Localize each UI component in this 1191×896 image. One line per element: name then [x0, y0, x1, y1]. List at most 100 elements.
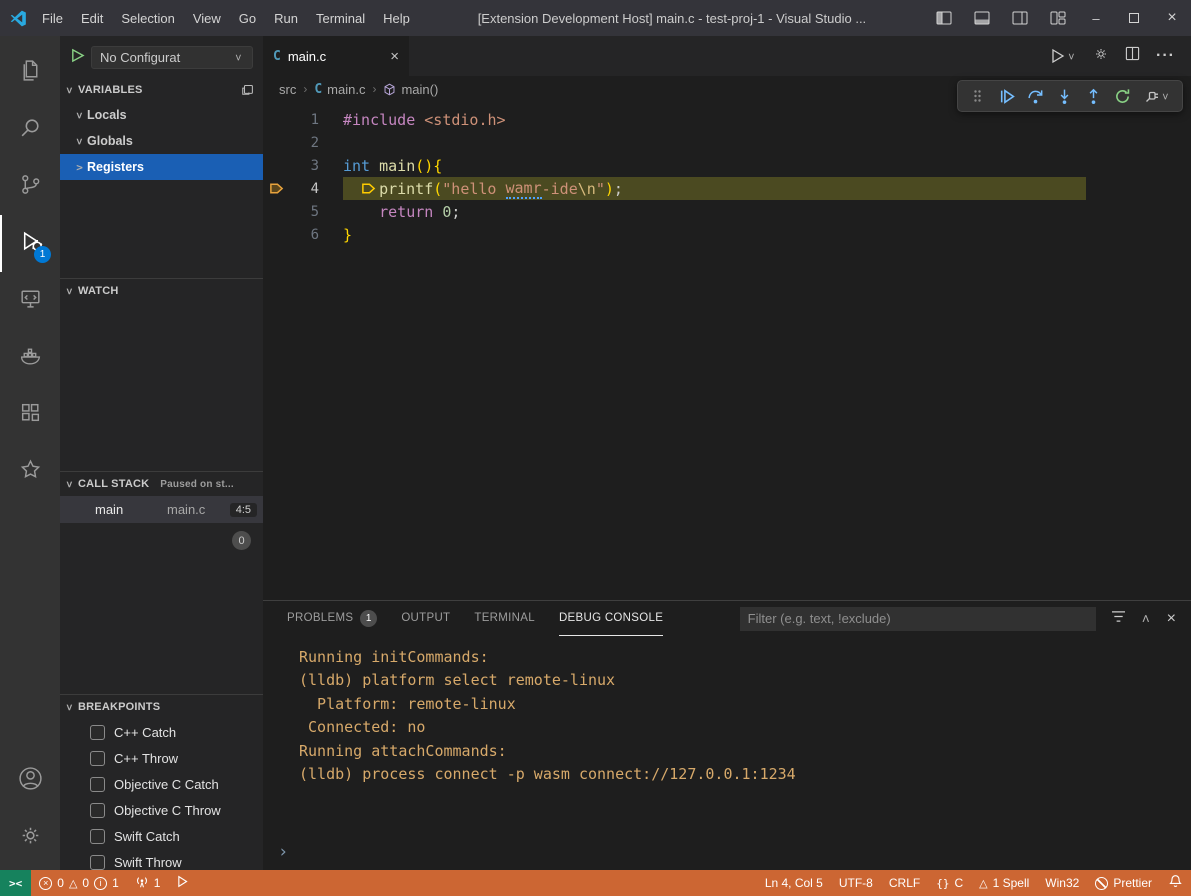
menu-bar: FileEditSelectionViewGoRunTerminalHelp [33, 6, 419, 31]
settings-button[interactable] [0, 809, 60, 866]
spell-checker-indicator[interactable]: △ 1 Spell [971, 870, 1037, 896]
breakpoint-item[interactable]: C++ Throw [60, 745, 263, 771]
breakpoints-header[interactable]: > BREAKPOINTS [60, 695, 263, 719]
sidebar-item-favorites[interactable] [0, 443, 60, 500]
restart-button[interactable] [1109, 83, 1136, 109]
step-over-button[interactable] [1022, 83, 1049, 109]
platform-indicator[interactable]: Win32 [1037, 870, 1087, 896]
variables-item-locals[interactable]: >Locals [60, 102, 263, 128]
menu-run[interactable]: Run [265, 6, 307, 31]
sidebar-item-source-control[interactable] [0, 158, 60, 215]
eol-indicator[interactable]: CRLF [881, 870, 928, 896]
breadcrumb-item[interactable]: Cmain.c [314, 82, 365, 97]
drag-handle[interactable] [964, 83, 991, 109]
menu-edit[interactable]: Edit [72, 6, 112, 31]
maximize-button[interactable] [1115, 0, 1153, 36]
debug-configuration-select[interactable]: No Configurat > [91, 46, 253, 69]
breakpoint-item[interactable]: Swift Throw [60, 849, 263, 870]
breadcrumb-item[interactable]: main() [383, 82, 438, 97]
variables-item-globals[interactable]: >Globals [60, 128, 263, 154]
console-input-prompt[interactable]: › [278, 842, 288, 862]
stack-frame-row[interactable]: main main.c 4:5 [60, 496, 263, 523]
breakpoint-checkbox[interactable] [90, 803, 105, 818]
filter-icon[interactable] [1111, 610, 1126, 628]
breakpoint-checkbox[interactable] [90, 777, 105, 792]
breadcrumb-item[interactable]: src [279, 82, 296, 97]
toggle-panel-icon[interactable] [963, 0, 1001, 36]
panel-tab-output[interactable]: OUTPUT [401, 601, 450, 636]
editor-settings-icon[interactable] [1093, 46, 1109, 67]
formatter-indicator[interactable]: Prettier [1087, 870, 1160, 896]
chevron-right-icon: > [74, 161, 85, 174]
continue-button[interactable] [993, 83, 1020, 109]
code-line[interactable]: 5 return 0; [263, 200, 1191, 223]
breakpoint-item[interactable]: Objective C Catch [60, 771, 263, 797]
glyph-margin[interactable] [263, 181, 289, 196]
menu-view[interactable]: View [184, 6, 230, 31]
remote-indicator[interactable]: >< [0, 870, 31, 896]
sidebar-item-extensions[interactable] [0, 386, 60, 443]
collapse-all-icon[interactable] [241, 82, 255, 99]
step-out-button[interactable] [1080, 83, 1107, 109]
more-actions-icon[interactable]: ··· [1156, 47, 1175, 65]
start-debug-icon[interactable] [70, 48, 85, 66]
split-editor-icon[interactable] [1125, 46, 1140, 66]
sidebar-item-docker[interactable] [0, 329, 60, 386]
breakpoint-checkbox[interactable] [90, 855, 105, 870]
watch-header[interactable]: > WATCH [60, 279, 263, 303]
call-stack-header[interactable]: > CALL STACK Paused on st... [60, 472, 263, 496]
accounts-button[interactable] [0, 752, 60, 809]
menu-help[interactable]: Help [374, 6, 419, 31]
close-tab-icon[interactable]: × [390, 48, 399, 65]
notifications-bell[interactable] [1160, 870, 1191, 896]
sidebar-item-explorer[interactable] [0, 44, 60, 101]
close-button[interactable]: × [1153, 0, 1191, 36]
breakpoint-item[interactable]: Objective C Throw [60, 797, 263, 823]
code-line[interactable]: 2 [263, 131, 1191, 154]
menu-go[interactable]: Go [230, 6, 265, 31]
encoding-indicator[interactable]: UTF-8 [831, 870, 881, 896]
ports-indicator[interactable]: 1 [127, 870, 169, 896]
code-token: -ide [542, 180, 578, 198]
breakpoint-checkbox[interactable] [90, 751, 105, 766]
breadcrumb-separator: › [372, 82, 376, 96]
menu-file[interactable]: File [33, 6, 72, 31]
debug-status-item[interactable] [168, 870, 197, 896]
step-into-button[interactable] [1051, 83, 1078, 109]
panel-tab-debug-console[interactable]: DEBUG CONSOLE [559, 601, 663, 636]
disconnect-button[interactable]: > [1138, 83, 1176, 109]
code-line[interactable]: 3int main(){ [263, 154, 1191, 177]
breakpoint-checkbox[interactable] [90, 725, 105, 740]
code-line[interactable]: 4 printf("hello wamr-ide\n"); [263, 177, 1191, 200]
variables-header[interactable]: > VARIABLES [60, 78, 263, 102]
debug-console-filter-input[interactable] [740, 607, 1096, 631]
customize-layout-icon[interactable] [1039, 0, 1077, 36]
breakpoint-checkbox[interactable] [90, 829, 105, 844]
chevron-down-icon: > [63, 286, 76, 297]
toggle-secondary-sidebar-icon[interactable] [1001, 0, 1039, 36]
maximize-panel-icon[interactable]: > [1139, 613, 1154, 624]
close-panel-icon[interactable]: × [1167, 610, 1176, 628]
sidebar-item-run-and-debug[interactable]: 1 [0, 215, 60, 272]
menu-terminal[interactable]: Terminal [307, 6, 374, 31]
problems-badge: 1 [360, 610, 377, 627]
panel-tab-terminal[interactable]: TERMINAL [474, 601, 535, 636]
panel-tab-problems[interactable]: PROBLEMS1 [287, 601, 377, 636]
breakpoint-current-line-icon[interactable] [269, 181, 284, 196]
debug-console-output[interactable]: Running initCommands:(lldb) platform sel… [263, 636, 1191, 786]
variables-item-registers[interactable]: >Registers [60, 154, 263, 180]
run-or-debug-icon[interactable]: > [1050, 48, 1077, 64]
code-editor[interactable]: 1#include <stdio.h>23int main(){4 printf… [263, 102, 1191, 246]
sidebar-item-search[interactable] [0, 101, 60, 158]
language-indicator[interactable]: {} C [928, 870, 971, 896]
code-line[interactable]: 6} [263, 223, 1191, 246]
cursor-position[interactable]: Ln 4, Col 5 [757, 870, 831, 896]
sidebar-item-remote-explorer[interactable] [0, 272, 60, 329]
tab-main-c[interactable]: C main.c × [263, 36, 409, 76]
problems-indicator[interactable]: × 0 △ 0 i 1 [31, 870, 127, 896]
menu-selection[interactable]: Selection [112, 6, 183, 31]
breakpoint-item[interactable]: Swift Catch [60, 823, 263, 849]
breakpoint-item[interactable]: C++ Catch [60, 719, 263, 745]
minimize-button[interactable]: – [1077, 0, 1115, 36]
toggle-sidebar-icon[interactable] [925, 0, 963, 36]
